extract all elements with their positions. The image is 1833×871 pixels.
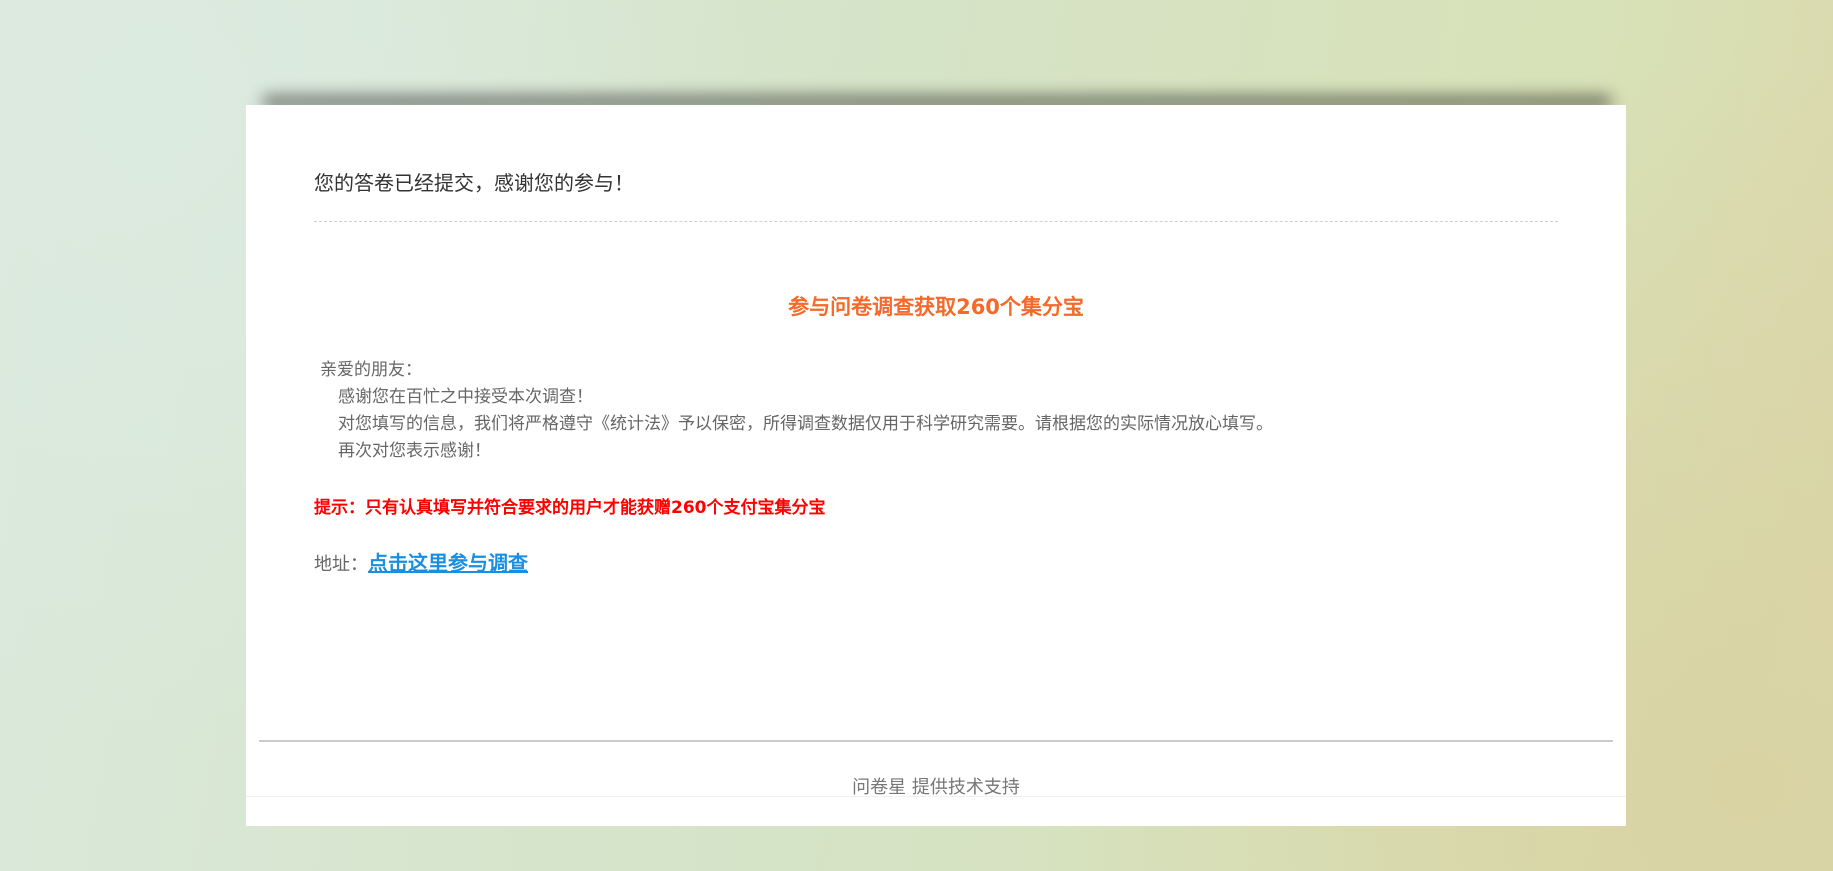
letter-greeting: 亲爱的朋友： <box>320 360 422 380</box>
promo-title: 参与问卷调查获取260个集分宝 <box>788 295 1084 319</box>
letter-line: 对您填写的信息，我们将严格遵守《统计法》予以保密，所得调查数据仅用于科学研究需要… <box>338 414 1273 434</box>
footer-divider <box>259 740 1613 742</box>
confirmation-message: 您的答卷已经提交，感谢您的参与！ <box>314 171 634 195</box>
reward-tip: 提示：只有认真填写并符合要求的用户才能获赠260个支付宝集分宝 <box>314 498 826 518</box>
footer-bottom-line <box>246 796 1626 797</box>
submission-card: 您的答卷已经提交，感谢您的参与！ 参与问卷调查获取260个集分宝 亲爱的朋友： … <box>246 105 1626 826</box>
letter-line: 再次对您表示感谢！ <box>338 441 491 461</box>
letter-body: 亲爱的朋友： 感谢您在百忙之中接受本次调查！ 对您填写的信息，我们将严格遵守《统… <box>320 357 1273 465</box>
letter-line: 感谢您在百忙之中接受本次调查！ <box>338 387 593 407</box>
address-label: 地址： <box>314 554 368 575</box>
survey-link[interactable]: 点击这里参与调查 <box>368 551 528 575</box>
survey-address: 地址：点击这里参与调查 <box>314 547 528 576</box>
dashed-divider <box>314 221 1558 222</box>
